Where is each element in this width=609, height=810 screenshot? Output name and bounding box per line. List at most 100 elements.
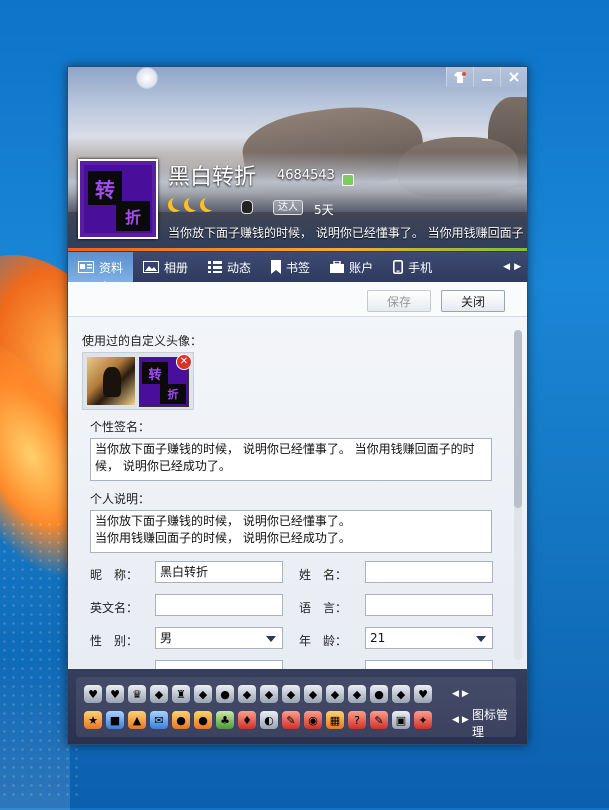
nickname-field[interactable]: 黑白转折 [155,561,283,583]
icon-manage-button[interactable]: 图标管理 [472,706,516,740]
penguin-icon[interactable] [241,200,253,214]
app-icon[interactable]: ◉ [304,711,322,729]
scrollbar[interactable] [514,330,522,660]
left-arrow-icon[interactable]: ◀ [452,715,459,725]
profile-banner: 转 折 黑白转折 4684543 达人 5天 当你放下面子赚钱的时候， 说明你已… [68,67,527,252]
profile-content: 保存 关闭 使用过的自定义头像： 转 折 ✕ 个性签名： 当你放下面子赚钱的时候… [68,282,527,669]
signature-input[interactable]: 当你放下面子赚钱的时候， 说明你已经懂事了。 当你用钱赚回面子的时候， 说明你已… [90,438,492,481]
avatar-char: 转 [88,171,122,205]
name-field[interactable] [365,561,493,583]
language-label: 语 言： [299,601,348,615]
avatar[interactable]: 转 折 [78,159,158,239]
diamond-icon[interactable]: ◆ [260,685,278,703]
tab-profile[interactable]: 资料 [68,252,134,282]
english-name-field[interactable] [155,594,283,616]
diamond-icon[interactable]: ◆ [348,685,366,703]
left-arrow-icon[interactable]: ◀ [503,262,510,272]
close-window-button[interactable] [500,67,527,87]
mail-icon[interactable]: ✉ [150,711,168,729]
avatar-char: 折 [160,384,186,404]
diamond-icon[interactable]: ◆ [326,685,344,703]
birthday-field[interactable] [155,660,283,669]
shirt-icon [454,71,466,83]
icon-row: ♥ ♥ ♛ ◆ ♜ ◆ ● ◆ ◆ ◆ ◆ ◆ ◆ ● ◆ ♥ [84,685,432,703]
heart-icon[interactable]: ♥ [414,685,432,703]
age-select[interactable]: 21 [365,627,493,649]
close-icon [509,72,519,82]
penguin-badge-icon[interactable]: ● [370,685,388,703]
app-icon[interactable]: ✎ [370,711,388,729]
diamond-icon[interactable]: ◆ [150,685,168,703]
diamond-icon[interactable]: ◆ [194,685,212,703]
tab-mobile[interactable]: 手机 [383,252,442,282]
penguin-badge-icon[interactable]: ● [216,685,234,703]
avatar-char: 折 [116,201,150,231]
description-input[interactable]: 当你放下面子赚钱的时候， 说明你已经懂事了。 当你用钱赚回面子的时候， 说明你已… [90,510,492,553]
right-arrow-icon[interactable]: ▶ [462,715,469,725]
age-value: 21 [370,631,386,645]
english-name-label: 英文名： [90,601,139,615]
tab-label: 手机 [408,260,433,275]
save-button[interactable]: 保存 [367,290,431,312]
app-icon[interactable]: ■ [106,711,124,729]
minimize-button[interactable] [473,67,500,87]
app-icon[interactable]: ♣ [216,711,234,729]
app-icon[interactable]: ✦ [414,711,432,729]
gender-select[interactable]: 男 [155,627,283,649]
app-icon[interactable]: ◐ [260,711,278,729]
description-label: 个人说明： [90,492,151,506]
moon-icon [200,198,214,212]
heart-icon[interactable]: ♥ [106,685,124,703]
app-icon[interactable]: ✎ [282,711,300,729]
avatar-image: 转 折 [84,165,152,233]
app-icon[interactable]: ▲ [128,711,146,729]
right-arrow-icon[interactable]: ▶ [514,262,521,272]
heart-icon[interactable]: ♥ [84,685,102,703]
trophy-icon[interactable]: ♜ [172,685,190,703]
app-icon[interactable]: ♦ [238,711,256,729]
signature-label: 个性签名： [90,420,151,434]
right-arrow-icon[interactable]: ▶ [462,689,469,699]
icon-row-scroll: ◀ ▶ [452,715,469,725]
avatar-thumb-photo[interactable] [87,357,135,405]
chevron-down-icon [476,636,486,642]
moon-icon [184,198,198,212]
description-line: 当你放下面子赚钱的时候， 说明你已经懂事了。 [95,514,351,528]
avatar-char: 转 [142,362,168,384]
app-icon[interactable]: ▦ [326,711,344,729]
language-field[interactable] [365,594,493,616]
scrollbar-thumb[interactable] [514,330,522,508]
app-icon[interactable]: ▣ [392,711,410,729]
tab-bookmark[interactable]: 书签 [261,252,320,282]
banner-signature: 当你放下面子赚钱的时候， 说明你已经懂事了。 当你用钱赚回面子的 [168,226,523,240]
tab-feed[interactable]: 动态 [198,252,261,282]
custom-avatar-label: 使用过的自定义头像： [82,334,203,348]
edit-icon[interactable] [342,174,354,186]
gender-value: 男 [160,631,173,645]
app-icon[interactable]: ? [348,711,366,729]
star-icon[interactable]: ★ [84,711,102,729]
app-icon[interactable]: ● [172,711,190,729]
level-badges[interactable] [168,198,214,212]
tab-label: 书签 [286,260,311,275]
zodiac-field[interactable] [365,660,493,669]
talent-badge[interactable]: 达人 [273,200,303,215]
diamond-icon[interactable]: ◆ [238,685,256,703]
diamond-icon[interactable]: ◆ [282,685,300,703]
briefcase-icon [330,261,345,273]
trophy-icon[interactable]: ♛ [128,685,146,703]
custom-avatar-list: 转 折 ✕ [82,352,194,410]
diamond-icon[interactable]: ◆ [392,685,410,703]
app-icon[interactable]: ● [194,711,212,729]
tab-account[interactable]: 账户 [320,252,383,282]
left-arrow-icon[interactable]: ◀ [452,689,459,699]
minimize-icon [482,79,492,81]
delete-avatar-icon[interactable]: ✕ [176,354,192,370]
close-button[interactable]: 关闭 [441,290,505,312]
skin-button[interactable] [446,67,473,87]
tab-album[interactable]: 相册 [133,252,198,282]
photo-icon [143,261,160,273]
name-label: 姓 名： [299,568,348,582]
diamond-icon[interactable]: ◆ [304,685,322,703]
tab-label: 动态 [227,260,252,275]
